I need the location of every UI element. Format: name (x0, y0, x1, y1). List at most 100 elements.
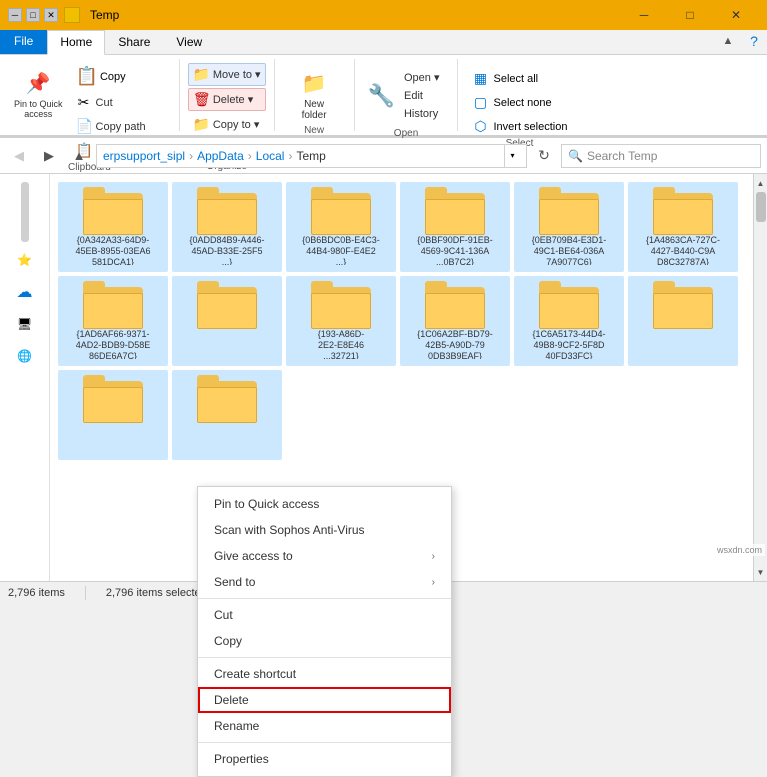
file-name: {193-A86D-2E2-E8E46...32721} (318, 329, 365, 359)
ribbon-group-clipboard: 📌 Pin to Quickaccess 📋 Copy ✂ Cut 📄 (0, 59, 180, 131)
breadcrumb-part-3[interactable]: Local (256, 149, 285, 163)
pin-quick-access-button[interactable]: 📌 Pin to Quickaccess (8, 63, 69, 123)
context-menu-item-label: Pin to Quick access (214, 497, 319, 511)
up-button[interactable]: ▲ (66, 143, 92, 169)
title-bar-maximize-btn[interactable]: □ (26, 8, 40, 22)
properties-icon: 🔧 (368, 83, 395, 109)
cut-button[interactable]: ✂ Cut (71, 91, 171, 114)
cut-label: Cut (96, 97, 113, 109)
copy-path-button[interactable]: 📄 Copy path (71, 115, 171, 138)
invert-label: Invert selection (493, 121, 567, 133)
breadcrumb-part-1[interactable]: erpsupport_sipl (103, 149, 185, 163)
main-container: ⭐ ☁ 🖥 🌐 {0A342A33-64D9-45EB-8955-03EA658… (0, 174, 767, 581)
select-none-button[interactable]: ▢ Select none (466, 91, 572, 114)
context-menu-item[interactable]: Rename (198, 713, 451, 739)
file-item[interactable]: {0ADD84B9-A446-45AD-B33E-25F5...} (172, 182, 282, 272)
open-dropdown-button[interactable]: Open ▾ (399, 68, 445, 87)
file-item[interactable] (628, 276, 738, 366)
file-name: {0ADD84B9-A446-45AD-B33E-25F5...} (189, 235, 264, 265)
file-item[interactable]: {1A4863CA-727C-4427-B440-C9AD8C32787A} (628, 182, 738, 272)
help-button[interactable]: ? (741, 30, 767, 52)
file-item[interactable]: {1C6A5173-44D4-49B8-9CF2-5F8D40FD33FC} (514, 276, 624, 366)
context-menu-item-label: Cut (214, 608, 233, 622)
tab-view[interactable]: View (163, 30, 215, 54)
file-item[interactable] (172, 370, 282, 460)
select-all-button[interactable]: ▦ Select all (466, 67, 572, 90)
search-box[interactable]: 🔍 Search Temp (561, 144, 761, 168)
context-menu-item[interactable]: Properties (198, 746, 451, 772)
file-item[interactable] (172, 276, 282, 366)
context-menu-item[interactable]: Scan with Sophos Anti-Virus (198, 517, 451, 543)
breadcrumb-part-4[interactable]: Temp (296, 149, 325, 163)
search-icon: 🔍 (568, 149, 583, 163)
file-item[interactable]: {1AD6AF66-9371-4AD2-BDB9-D58E86DE6A7C} (58, 276, 168, 366)
move-to-button[interactable]: 📁 Move to ▾ (188, 63, 266, 86)
file-item[interactable]: {0EB709B4-E3D1-49C1-BE64-036A7A9077C6} (514, 182, 624, 272)
file-name: {1C06A2BF-BD79-42B5-A90D-790DB3B9EAF} (417, 329, 493, 359)
back-button[interactable]: ◀ (6, 143, 32, 169)
file-item[interactable]: {0B6BDC0B-E4C3-44B4-980F-E4E2...} (286, 182, 396, 272)
pin-icon: 📌 (22, 67, 54, 99)
refresh-button[interactable]: ↻ (531, 143, 557, 169)
title-bar-minimize-btn[interactable]: ─ (8, 8, 22, 22)
properties-button[interactable]: 🔧 Open ▾ Edit History (363, 63, 450, 128)
copy-to-icon: 📁 (193, 116, 209, 133)
sidebar: ⭐ ☁ 🖥 🌐 (0, 174, 50, 581)
file-item[interactable]: {0BBF90DF-91EB-4569-9C41-136A...0B7C2} (400, 182, 510, 272)
address-bar: ◀ ▶ ▲ erpsupport_sipl › AppData › Local … (0, 138, 767, 174)
history-button[interactable]: History (399, 105, 445, 123)
edit-label: Edit (404, 90, 423, 102)
context-menu-item[interactable]: Delete (198, 687, 451, 713)
context-menu-item[interactable]: Create shortcut (198, 661, 451, 687)
file-name: {0BBF90DF-91EB-4569-9C41-136A...0B7C2} (417, 235, 493, 265)
breadcrumb[interactable]: erpsupport_sipl › AppData › Local › Temp… (96, 144, 527, 168)
title-bar: ─ □ ✕ Temp ─ □ ✕ (0, 0, 767, 30)
copy-button[interactable]: 📋 Copy (71, 63, 171, 90)
file-item[interactable]: {193-A86D-2E2-E8E46...32721} (286, 276, 396, 366)
context-menu-item[interactable]: Copy (198, 628, 451, 654)
context-menu-item[interactable]: Pin to Quick access (198, 491, 451, 517)
close-button[interactable]: ✕ (713, 0, 759, 30)
title-bar-close-btn[interactable]: ✕ (44, 8, 58, 22)
breadcrumb-part-2[interactable]: AppData (197, 149, 244, 163)
context-menu-item[interactable]: Send to› (198, 569, 451, 595)
sidebar-quick-access[interactable]: ⭐ (5, 246, 45, 274)
sidebar-scrollbar[interactable] (21, 182, 29, 242)
context-menu-item-label: Copy (214, 634, 242, 648)
right-scrollbar[interactable]: ▲ ▼ (753, 174, 767, 581)
sidebar-network[interactable]: 🌐 (5, 342, 45, 370)
breadcrumb-dropdown-btn[interactable]: ▾ (504, 144, 520, 168)
tab-share[interactable]: Share (105, 30, 163, 54)
pin-label: Pin to Quickaccess (14, 99, 63, 119)
file-item[interactable]: {0A342A33-64D9-45EB-8955-03EA6581DCA1} (58, 182, 168, 272)
scroll-up-arrow[interactable]: ▲ (754, 176, 767, 190)
file-item[interactable]: {1C06A2BF-BD79-42B5-A90D-790DB3B9EAF} (400, 276, 510, 366)
context-menu-item[interactable]: Give access to› (198, 543, 451, 569)
context-menu-item[interactable]: Cut (198, 602, 451, 628)
delete-button[interactable]: 🗑 Delete ▾ (188, 88, 266, 111)
file-name: {0EB709B4-E3D1-49C1-BE64-036A7A9077C6} (532, 235, 607, 265)
ribbon-collapse-btn[interactable]: ▲ (715, 30, 741, 52)
forward-button[interactable]: ▶ (36, 143, 62, 169)
scroll-down-arrow[interactable]: ▼ (754, 565, 767, 579)
tab-home[interactable]: Home (47, 30, 105, 55)
sidebar-onedrive[interactable]: ☁ (5, 278, 45, 306)
copy-to-button[interactable]: 📁 Copy to ▾ (188, 113, 266, 136)
sidebar-this-pc[interactable]: 🖥 (5, 310, 45, 338)
folder-icon (83, 187, 143, 235)
submenu-arrow: › (432, 551, 435, 562)
select-none-icon: ▢ (471, 94, 489, 111)
tab-file[interactable]: File (0, 30, 47, 54)
ribbon-group-new: 📁 Newfolder New (275, 59, 355, 131)
copy-to-label: Copy to ▾ (213, 118, 260, 131)
delete-icon: 🗑 (193, 91, 209, 108)
maximize-button[interactable]: □ (667, 0, 713, 30)
new-folder-label: Newfolder (302, 99, 327, 121)
copy-icon: 📋 (76, 66, 98, 87)
invert-selection-button[interactable]: ⬡ Invert selection (466, 115, 572, 138)
edit-button[interactable]: Edit (399, 87, 445, 105)
scroll-thumb[interactable] (756, 192, 766, 222)
file-item[interactable] (58, 370, 168, 460)
new-folder-button[interactable]: 📁 Newfolder (292, 63, 336, 125)
minimize-button[interactable]: ─ (621, 0, 667, 30)
